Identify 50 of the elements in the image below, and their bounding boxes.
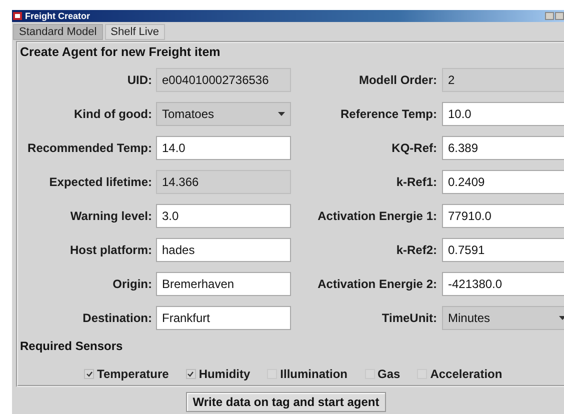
field-label: Origin: <box>112 277 153 291</box>
field-label: Expected lifetime: <box>48 175 153 189</box>
window-title: Freight Creator <box>25 11 90 21</box>
checkbox-label: Gas <box>378 367 400 381</box>
field-label: Warning level: <box>69 209 153 223</box>
field-label: KQ-Ref: <box>390 141 438 155</box>
tab[interactable]: Standard Model <box>13 24 103 40</box>
field-label: k-Ref2: <box>395 243 438 257</box>
field-label: Kind of good: <box>73 107 153 121</box>
checkbox[interactable] <box>84 369 94 379</box>
caret-icon <box>278 112 285 116</box>
field-label: Host platform: <box>69 243 153 257</box>
checkbox-label: Illumination <box>280 367 348 381</box>
input-field[interactable]: 10.0 <box>442 102 564 126</box>
checkbox[interactable] <box>186 369 196 379</box>
write-button[interactable]: Write data on tag and start agent <box>186 392 386 412</box>
minimize-button[interactable] <box>545 12 554 20</box>
readonly-field[interactable]: e004010002736536 <box>156 68 291 92</box>
input-field[interactable]: 14.0 <box>156 136 291 160</box>
field-label: Activation Energie 1: <box>316 209 438 223</box>
group-title: Create Agent for new Freight item <box>19 44 220 59</box>
field-label: TimeUnit: <box>380 311 438 325</box>
field-label: Destination: <box>82 311 153 325</box>
dropdown[interactable]: Tomatoes <box>156 102 291 126</box>
input-field[interactable]: 0.2409 <box>442 170 564 194</box>
maximize-button[interactable] <box>555 12 564 20</box>
input-field[interactable]: 77910.0 <box>442 204 564 228</box>
input-field[interactable]: hades <box>156 238 291 262</box>
checkbox-label: Temperature <box>97 367 169 381</box>
field-label: Recommended Temp: <box>26 141 153 155</box>
field-label: Modell Order: <box>358 73 438 87</box>
field-label: k-Ref1: <box>395 175 438 189</box>
readonly-field[interactable]: 2 <box>442 68 564 92</box>
input-field[interactable]: 6.389 <box>442 136 564 160</box>
checkbox-label: Acceleration <box>430 367 502 381</box>
input-field[interactable]: 0.7591 <box>442 238 564 262</box>
app-icon <box>13 12 22 20</box>
section-title: Required Sensors <box>19 338 123 353</box>
readonly-field[interactable]: 14.366 <box>156 170 291 194</box>
field-label: Activation Energie 2: <box>316 277 438 291</box>
input-field[interactable]: Frankfurt <box>156 306 291 330</box>
input-field[interactable]: Bremerhaven <box>156 272 291 296</box>
field-label: UID: <box>126 73 153 87</box>
caret-icon <box>559 316 564 320</box>
checkbox-label: Humidity <box>198 367 250 381</box>
field-label: Reference Temp: <box>340 107 438 121</box>
dropdown[interactable]: Minutes <box>442 306 564 330</box>
input-field[interactable]: -421380.0 <box>442 272 564 296</box>
input-field[interactable]: 3.0 <box>156 204 291 228</box>
tab[interactable]: Shelf Live <box>104 24 165 40</box>
